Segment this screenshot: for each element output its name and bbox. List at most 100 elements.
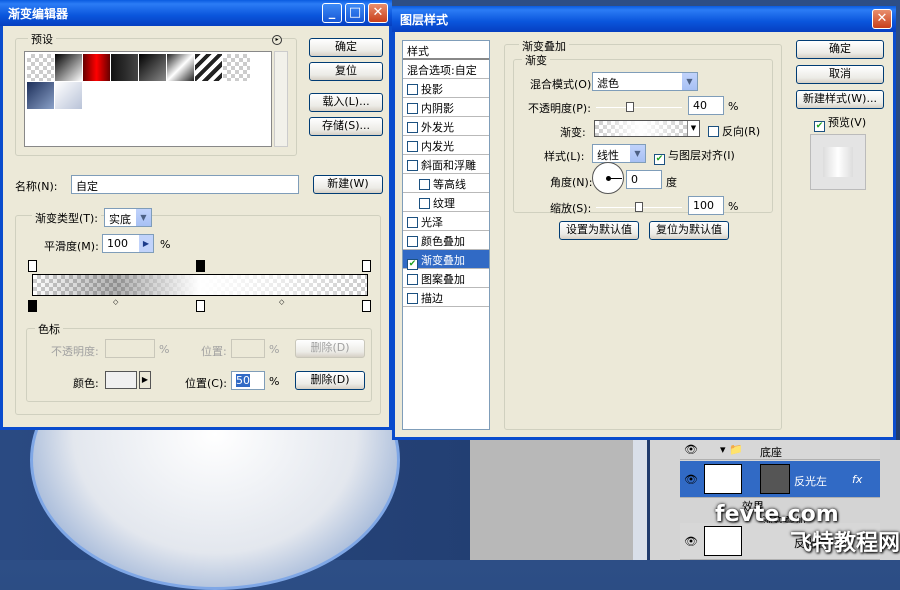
preset-swatch[interactable] (139, 54, 166, 81)
preset-swatch[interactable] (83, 54, 110, 81)
sidebar-item[interactable]: 颜色叠加 (403, 231, 489, 250)
preset-swatch[interactable] (55, 54, 82, 81)
color-stop-mid[interactable] (196, 300, 205, 312)
angle-field[interactable]: 0 (626, 170, 662, 189)
checkbox-icon[interactable] (407, 103, 418, 114)
scrollbar-v[interactable] (633, 440, 647, 560)
color-menu-icon[interactable]: ▶ (139, 371, 151, 389)
align-checkbox[interactable]: ✔ 与图层对齐(I) (654, 147, 735, 165)
checkbox-icon[interactable] (407, 84, 418, 95)
preset-swatch[interactable] (167, 54, 194, 81)
sidebar-item[interactable]: 纹理 (403, 193, 489, 212)
blend-mode-select[interactable]: 滤色 ▼ (592, 72, 698, 91)
maximize-icon[interactable]: □ (345, 3, 365, 23)
color-midpoint-1[interactable]: ◇ (113, 298, 118, 306)
scale-field[interactable]: 100 (688, 196, 724, 215)
preset-swatch[interactable] (195, 54, 222, 81)
opacity-stop-right[interactable] (362, 260, 371, 272)
sidebar-item[interactable]: 斜面和浮雕 (403, 155, 489, 174)
sidebar-item[interactable]: 投影 (403, 79, 489, 98)
gradient-type-select[interactable]: 实底 ▼ (104, 208, 152, 227)
style-select[interactable]: 线性 ▼ (592, 144, 646, 163)
preview-checkbox[interactable]: ✔ 预览(V) (814, 114, 866, 132)
fx-icon[interactable]: fx (852, 473, 862, 486)
stop-color-label: 颜色: (73, 377, 99, 390)
chevron-down-icon[interactable]: ▼ (687, 121, 699, 136)
sidebar-item[interactable]: 混合选项:自定 (403, 60, 489, 79)
sidebar-item[interactable]: 图案叠加 (403, 269, 489, 288)
checkbox-icon[interactable] (407, 122, 418, 133)
preset-swatch[interactable] (111, 54, 138, 81)
checkbox-icon[interactable] (407, 293, 418, 304)
preset-scrollbar[interactable] (274, 51, 288, 147)
preset-menu-icon[interactable]: ▸ (272, 35, 282, 45)
opacity-slider-thumb[interactable] (626, 102, 635, 112)
eye-icon[interactable]: 👁 (684, 443, 698, 456)
opacity-stop-left[interactable] (28, 260, 37, 272)
color-stop-left[interactable] (28, 300, 37, 312)
checkbox-icon[interactable] (407, 274, 418, 285)
layer-name: 反光左 (794, 475, 827, 488)
load-button[interactable]: 载入(L)... (309, 93, 383, 112)
sidebar-item[interactable]: 外发光 (403, 117, 489, 136)
reverse-checkbox[interactable]: 反向(R) (708, 123, 760, 139)
scale-slider[interactable] (596, 202, 682, 212)
stop-color-swatch[interactable] (105, 371, 137, 389)
name-field[interactable]: 自定 (71, 175, 299, 194)
preset-swatch[interactable] (27, 54, 54, 81)
chevron-down-icon: ▼ (681, 73, 697, 90)
checkbox-icon[interactable] (419, 179, 430, 190)
preset-swatch[interactable] (55, 82, 82, 109)
checkbox-icon[interactable] (419, 198, 430, 209)
layer-row-selected[interactable]: 👁 反光左 fx (680, 461, 880, 498)
minimize-icon[interactable]: _ (322, 3, 342, 23)
layer-mask-thumbnail (760, 464, 790, 494)
sidebar-item[interactable]: 描边 (403, 288, 489, 307)
reset-default-button[interactable]: 复位为默认值 (649, 221, 729, 240)
scale-slider-thumb[interactable] (635, 202, 643, 212)
preset-swatch[interactable] (223, 54, 250, 81)
sidebar-item[interactable]: 样式 (403, 41, 489, 60)
new-gradient-button[interactable]: 新建(W) (313, 175, 383, 194)
delete-color-stop-button[interactable]: 删除(D) (295, 371, 365, 390)
preset-swatch[interactable] (27, 82, 54, 109)
set-default-button[interactable]: 设置为默认值 (559, 221, 639, 240)
sidebar-item[interactable]: 内发光 (403, 136, 489, 155)
gradient-bar[interactable] (32, 274, 368, 296)
smooth-field[interactable]: 100 ▶ (102, 234, 154, 253)
sidebar-item-label: 内发光 (421, 140, 454, 153)
save-button[interactable]: 存储(S)... (309, 117, 383, 136)
sidebar-item[interactable]: ✔ 渐变叠加 (403, 250, 489, 270)
sidebar-item[interactable]: 内阴影 (403, 98, 489, 117)
color-stop-right[interactable] (362, 300, 371, 312)
sidebar-item-label: 投影 (421, 83, 443, 96)
ok-button[interactable]: 确定 (309, 38, 383, 57)
sidebar-item-label: 图案叠加 (421, 273, 465, 286)
close-icon[interactable]: ✕ (368, 3, 388, 23)
layer-style-ok-button[interactable]: 确定 (796, 40, 884, 59)
sidebar-item-label: 光泽 (421, 216, 443, 229)
eye-icon[interactable]: 👁 (684, 535, 698, 548)
checkbox-icon[interactable] (407, 217, 418, 228)
gradient-picker[interactable]: ▼ (594, 120, 700, 137)
checkmark-icon[interactable]: ✔ (407, 259, 418, 270)
checkbox-icon[interactable] (407, 236, 418, 247)
checkbox-icon[interactable] (407, 141, 418, 152)
stop-position-field-2[interactable]: 50 (231, 371, 265, 390)
color-midpoint-2[interactable]: ◇ (279, 298, 284, 306)
angle-dial[interactable] (592, 162, 624, 194)
smooth-unit: % (160, 238, 171, 251)
reset-button[interactable]: 复位 (309, 62, 383, 81)
chevron-right-icon[interactable]: ▶ (139, 235, 153, 252)
layer-group-row[interactable]: 👁 ▾ 📁 底座 (680, 440, 880, 460)
eye-icon[interactable]: 👁 (684, 473, 698, 486)
sidebar-item[interactable]: 光泽 (403, 212, 489, 231)
opacity-field[interactable]: 40 (688, 96, 724, 115)
layer-style-cancel-button[interactable]: 取消 (796, 65, 884, 84)
opacity-slider[interactable] (596, 102, 682, 112)
close-icon[interactable]: ✕ (872, 9, 892, 29)
new-style-button[interactable]: 新建样式(W)... (796, 90, 884, 109)
checkbox-icon[interactable] (407, 160, 418, 171)
opacity-stop-mid[interactable] (196, 260, 205, 272)
sidebar-item[interactable]: 等高线 (403, 174, 489, 193)
